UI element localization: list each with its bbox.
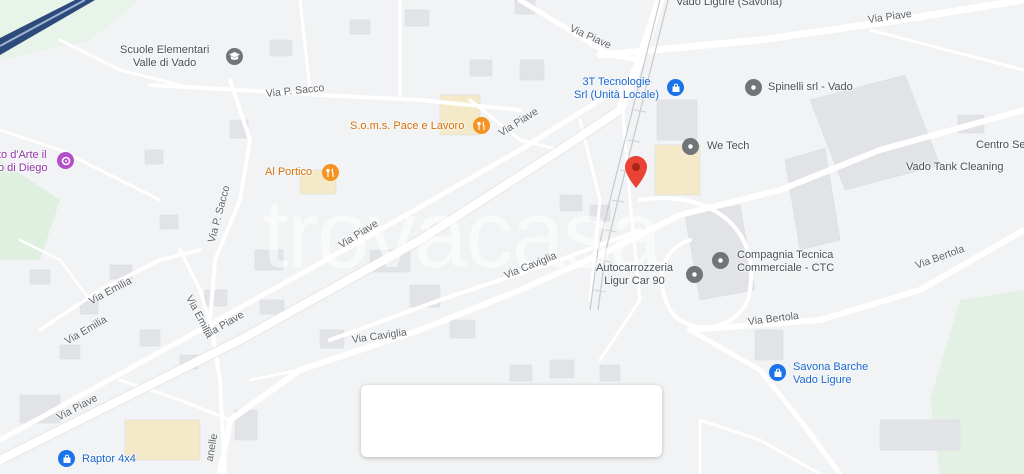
poi-wetech-label[interactable]: We Tech (707, 140, 749, 153)
building (269, 39, 293, 57)
building (204, 289, 228, 307)
poi-raptor-label[interactable]: Raptor 4x4 (82, 453, 136, 466)
building (404, 9, 430, 27)
building (139, 329, 161, 347)
restaurant-icon[interactable] (473, 117, 490, 134)
shopping-bag-icon[interactable] (667, 79, 684, 96)
station-label[interactable]: Vado Ligure (Savona) (676, 0, 782, 9)
poi-arte-label[interactable]: to d'Arte il o di Diego (0, 149, 48, 175)
building (469, 59, 493, 77)
building (349, 19, 371, 35)
building (879, 419, 961, 451)
place-icon[interactable] (686, 266, 703, 283)
building (124, 419, 201, 461)
poi-autocarrozzeria-label[interactable]: Autocarrozzeria Ligur Car 90 (596, 262, 673, 288)
poi-ctc-label[interactable]: Compagnia Tecnica Commerciale - CTC (737, 249, 834, 275)
building (29, 269, 51, 285)
building (144, 149, 164, 165)
poi-soms-label[interactable]: S.o.m.s. Pace e Lavoro (350, 120, 464, 133)
school-icon[interactable] (226, 48, 243, 65)
poi-tecnologie-label[interactable]: 3T Tecnologie Srl (Unità Locale) (574, 76, 659, 102)
building (519, 59, 545, 81)
building (449, 319, 476, 339)
place-icon[interactable] (682, 138, 699, 155)
poi-spinelli-label[interactable]: Spinelli srl - Vado (768, 81, 853, 94)
shopping-bag-icon[interactable] (769, 364, 786, 381)
restaurant-icon[interactable] (322, 164, 339, 181)
shopping-bag-icon[interactable] (58, 450, 75, 467)
place-icon[interactable] (712, 252, 729, 269)
place-icon[interactable] (745, 79, 762, 96)
building (159, 214, 179, 230)
info-card[interactable] (361, 385, 662, 457)
building (549, 359, 575, 379)
museum-icon[interactable] (57, 152, 74, 169)
building (599, 364, 621, 382)
building (656, 99, 698, 141)
location-marker-icon[interactable] (625, 156, 647, 188)
poi-portico-label[interactable]: Al Portico (265, 166, 312, 179)
building (509, 364, 533, 382)
poi-savona-barche-label[interactable]: Savona Barche Vado Ligure (793, 361, 868, 387)
poi-tank-label[interactable]: Vado Tank Cleaning (906, 161, 1003, 174)
poi-centro-label[interactable]: Centro Se (976, 139, 1024, 152)
building (754, 329, 784, 361)
poi-scuole-label[interactable]: Scuole Elementari Valle di Vado (120, 44, 209, 70)
